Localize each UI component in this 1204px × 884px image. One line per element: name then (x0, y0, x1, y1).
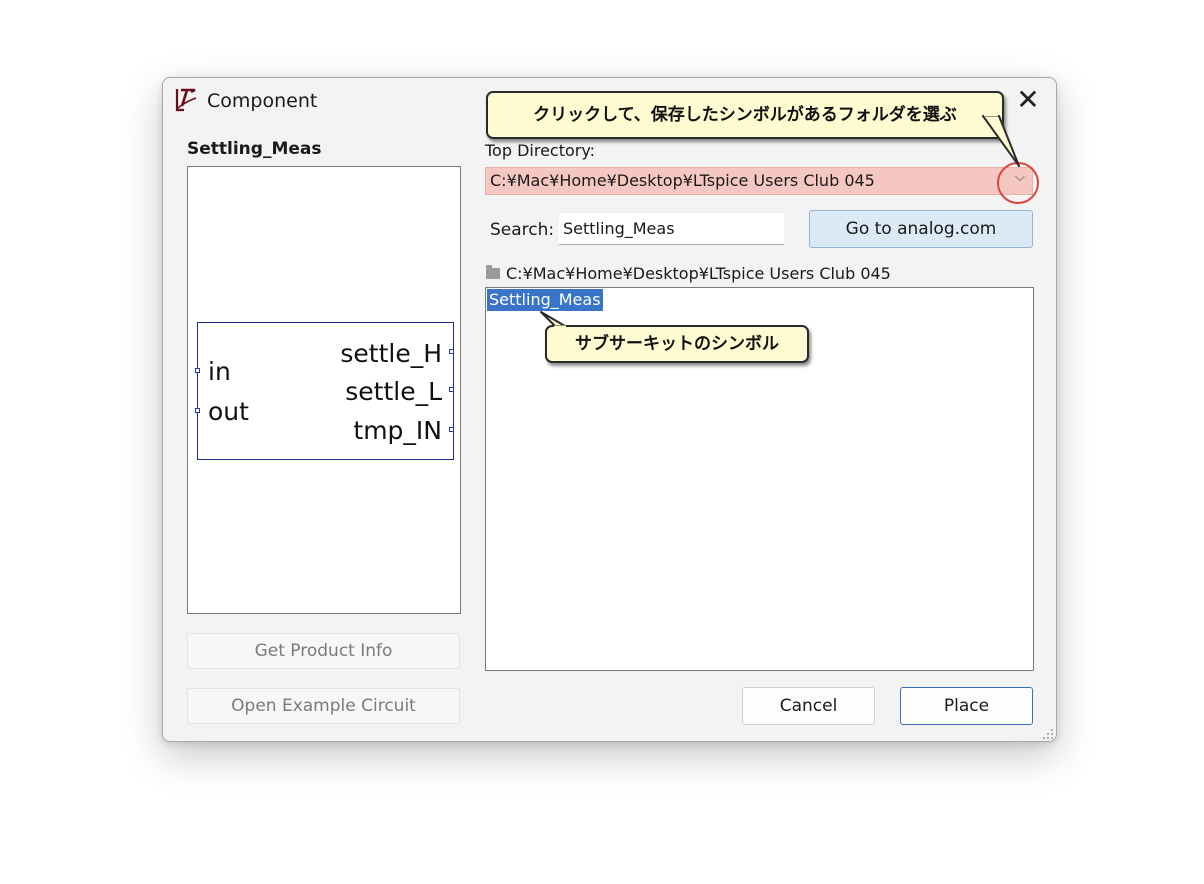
cancel-button[interactable]: Cancel (742, 687, 875, 725)
list-item-selected[interactable]: Settling_Meas (487, 289, 603, 311)
annotation-callout-folder: クリックして、保存したシンボルがあるフォルダを選ぶ (486, 91, 1004, 139)
pin-label-tmp-in: tmp_IN (353, 416, 442, 445)
open-example-circuit-button[interactable]: Open Example Circuit (187, 688, 460, 724)
current-path: C:¥Mac¥Home¥Desktop¥LTspice Users Club 0… (486, 264, 891, 283)
go-to-analog-button[interactable]: Go to analog.com (809, 210, 1033, 248)
pin-marker (449, 427, 454, 432)
top-directory-label: Top Directory: (485, 141, 596, 160)
annotation-callout-subcircuit: サブサーキットのシンボル (545, 325, 809, 363)
current-path-text: C:¥Mac¥Home¥Desktop¥LTspice Users Club 0… (506, 264, 891, 283)
symbol-body: in out settle_H settle_L tmp_IN (195, 322, 454, 460)
pin-label-settle-h: settle_H (340, 339, 442, 368)
pin-marker (195, 368, 200, 373)
pin-label-out: out (208, 397, 249, 426)
search-label: Search: (490, 220, 555, 240)
get-product-info-button[interactable]: Get Product Info (187, 633, 460, 669)
component-dialog: Component ✕ Settling_Meas in out settle_… (162, 77, 1057, 742)
callout-pointer (982, 113, 1020, 167)
pin-marker (449, 387, 454, 392)
resize-grip-icon[interactable] (1041, 726, 1055, 740)
pin-marker (195, 408, 200, 413)
place-button[interactable]: Place (900, 687, 1033, 725)
close-icon[interactable]: ✕ (1013, 86, 1043, 116)
component-name: Settling_Meas (187, 139, 322, 159)
ltspice-logo-icon (175, 86, 199, 112)
window-title: Component (207, 90, 318, 112)
pin-label-settle-l: settle_L (345, 377, 442, 406)
search-input[interactable] (559, 213, 784, 245)
pin-marker (449, 349, 454, 354)
callout-pointer (540, 311, 566, 329)
folder-icon (486, 265, 500, 279)
symbol-preview: in out settle_H settle_L tmp_IN (187, 166, 461, 614)
pin-label-in: in (208, 357, 231, 386)
top-directory-dropdown[interactable]: C:¥Mac¥Home¥Desktop¥LTspice Users Club 0… (485, 167, 1033, 195)
